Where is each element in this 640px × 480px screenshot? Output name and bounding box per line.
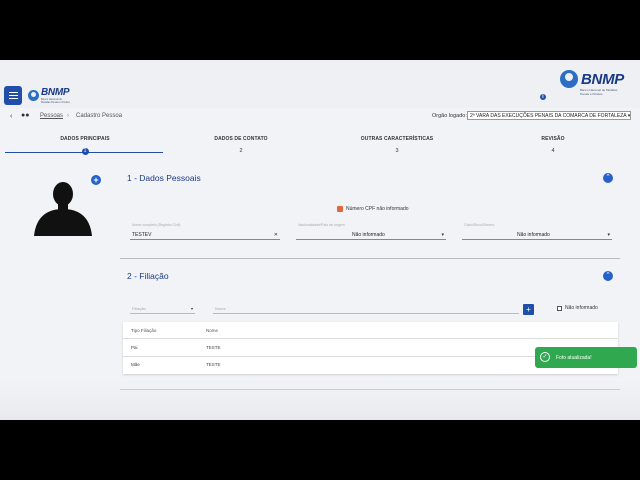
field-placeholder: Outro/Sexo/Gênero: [464, 223, 495, 227]
toast-notification[interactable]: ✓ Foto atualizada!: [535, 347, 637, 368]
row-divider: [123, 338, 618, 339]
field-placeholder: Filiação: [132, 306, 146, 311]
collapse-section-2-button[interactable]: ^: [603, 271, 613, 281]
field-placeholder: Nacionalidade/País de origem: [298, 223, 345, 227]
step-number-1: 1: [5, 148, 165, 155]
check-circle-icon: ✓: [540, 352, 550, 362]
hamburger-menu-button[interactable]: [4, 86, 22, 105]
column-header-tipo: Tipo Filiação: [131, 328, 157, 333]
breadcrumb-separator: ›: [67, 113, 69, 119]
sexo-select[interactable]: Outro/Sexo/Gênero Não informado ▾: [462, 223, 612, 240]
bnmp-logo-small[interactable]: BNMP Banco Nacional de Medidas Penais e …: [28, 87, 71, 104]
logo-subtitle: Banco Nacional de Medidas Penais e Prisõ…: [41, 98, 70, 104]
bnmp-logo-large: BNMP Banco Nacional de Medidas Penais e …: [560, 70, 624, 96]
step-number-badge: 1: [81, 148, 89, 155]
chevron-down-icon: ▾: [441, 232, 444, 238]
field-placeholder: Nome completo (Registro Civil): [132, 223, 181, 227]
hamburger-icon: [8, 94, 18, 97]
cell-tipo: Pai: [131, 345, 138, 350]
filiacao-nome-input[interactable]: Nome: [213, 302, 519, 314]
filiacao-not-informed-checkbox[interactable]: [557, 306, 562, 311]
chevron-down-icon: ▾: [190, 306, 193, 311]
field-placeholder: Nome: [215, 306, 226, 311]
field-value: Não informado: [352, 232, 385, 238]
column-header-nome: Nome: [206, 328, 219, 333]
cell-nome: TESTE: [206, 345, 221, 350]
filiacao-select[interactable]: Filiação ▾: [130, 302, 195, 314]
field-value: Não informado: [517, 232, 550, 238]
bnmp-logo-icon: [560, 70, 578, 88]
section-divider: [120, 389, 620, 390]
info-icon[interactable]: i: [540, 94, 546, 100]
step-number-3: 3: [395, 148, 399, 154]
step-dados-de-contato[interactable]: DADOS DE CONTATO: [161, 136, 321, 142]
section-filiacao-title: 2 - Filiação: [127, 271, 169, 281]
logo-text: BNMP: [581, 70, 624, 88]
step-number-2: 2: [239, 148, 243, 154]
cpf-not-informed-checkbox[interactable]: [337, 206, 343, 212]
logo-text: BNMP: [41, 87, 70, 98]
step-dados-principais[interactable]: DADOS PRINCIPAIS: [5, 136, 165, 142]
clear-icon[interactable]: ✕: [274, 232, 278, 238]
add-filiacao-button[interactable]: +: [523, 304, 534, 315]
person-silhouette-icon: [34, 182, 92, 236]
breadcrumb-pessoas-link[interactable]: Pessoas: [40, 113, 63, 119]
orgao-label: Orgão logado:: [432, 113, 467, 119]
cpf-not-informed-label: Número CPF não informado: [346, 206, 409, 212]
back-arrow-icon[interactable]: ‹: [10, 113, 12, 120]
step-number-4: 4: [551, 148, 555, 154]
nacionalidade-select[interactable]: Nacionalidade/País de origem Não informa…: [296, 223, 446, 240]
people-icon: ●●: [21, 112, 30, 119]
nome-field[interactable]: Nome completo (Registro Civil) TESTEV ✕: [130, 223, 280, 240]
section-dados-pessoais-title: 1 - Dados Pessoais: [127, 173, 201, 183]
page-bottom-area: [0, 380, 640, 420]
step-revisao[interactable]: REVISÃO: [473, 136, 633, 142]
step-outras-caracteristicas[interactable]: OUTRAS CARACTERÍSTICAS: [317, 136, 477, 142]
hamburger-icon: [8, 91, 18, 93]
breadcrumb-current: Cadastro Pessoa: [76, 113, 123, 119]
chevron-down-icon: ▾: [607, 232, 610, 238]
collapse-section-1-button[interactable]: ^: [603, 173, 613, 183]
toast-message: Foto atualizada!: [556, 355, 592, 361]
add-photo-button[interactable]: +: [91, 175, 101, 185]
hamburger-icon: [8, 98, 18, 100]
cell-nome: TESTE: [206, 362, 221, 367]
breadcrumb: ‹ ●● Pessoas › Cadastro Pessoa Orgão log…: [0, 108, 640, 126]
app-window: BNMP Banco Nacional de Medidas Penais e …: [0, 60, 640, 420]
cell-tipo: Mãe: [131, 362, 140, 367]
orgao-select[interactable]: 2ª VARA DAS EXECUÇÕES PENAIS DA COMARCA …: [467, 111, 631, 120]
logo-subtitle: Banco Nacional de Medidas Penais e Prisõ…: [580, 88, 618, 96]
filiacao-not-informed-label: Não informado: [565, 305, 598, 311]
field-value: TESTEV: [132, 232, 152, 238]
bnmp-logo-icon: [28, 90, 39, 101]
section-divider: [120, 258, 620, 259]
top-bar: BNMP Banco Nacional de Medidas Penais e …: [0, 60, 640, 108]
